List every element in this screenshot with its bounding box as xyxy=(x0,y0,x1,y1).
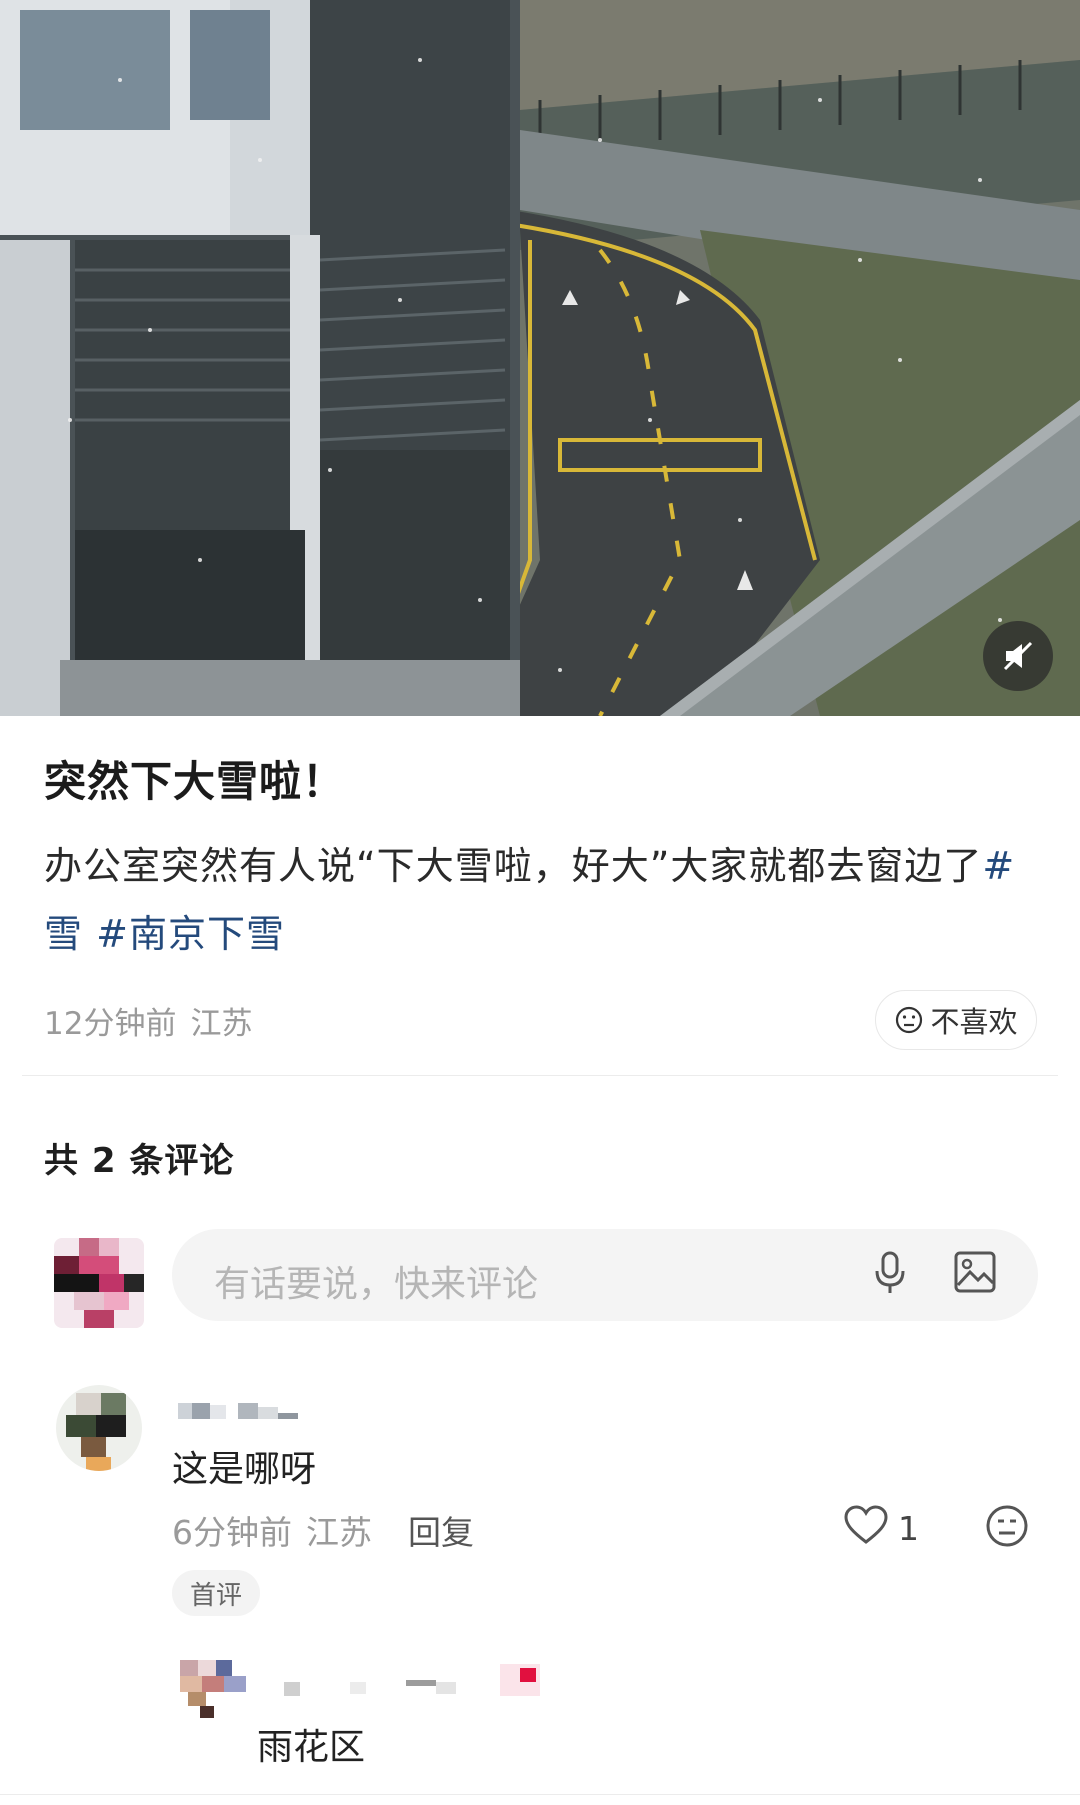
like-count: 1 xyxy=(898,1509,919,1548)
dislike-label: 不喜欢 xyxy=(930,1005,1018,1039)
heart-icon xyxy=(844,1505,888,1544)
first-comment-badge: 首评 xyxy=(172,1570,260,1616)
post-time: 12分钟前 xyxy=(44,1006,177,1042)
like-button[interactable] xyxy=(843,1504,889,1550)
avatar[interactable] xyxy=(56,1385,142,1471)
comment-count: 共 2 条评论 xyxy=(44,1141,235,1181)
comment-username-pixelated[interactable] xyxy=(178,1395,308,1427)
reply-username-pixelated[interactable] xyxy=(280,1664,580,1704)
divider xyxy=(0,1794,1080,1795)
snow-scene-image xyxy=(0,0,1080,716)
divider xyxy=(22,1075,1058,1076)
comment-time: 6分钟前 xyxy=(172,1513,292,1552)
comment-meta: 6分钟前 江苏 xyxy=(172,1506,386,1554)
comment-location: 江苏 xyxy=(306,1513,372,1552)
neutral-face-icon xyxy=(896,1006,923,1034)
mute-button[interactable] xyxy=(983,621,1053,691)
image-icon[interactable] xyxy=(953,1250,997,1298)
microphone-icon[interactable] xyxy=(870,1250,910,1300)
avatar[interactable] xyxy=(180,1660,250,1718)
avatar xyxy=(54,1238,144,1328)
reply-text: 雨花区 xyxy=(257,1727,366,1768)
neutral-face-icon xyxy=(986,1505,1028,1547)
comment-dislike-button[interactable] xyxy=(985,1504,1029,1552)
post-body: 办公室突然有人说“下大雪啦，好大”大家就都去窗边了#雪 #南京下雪 xyxy=(44,832,1034,968)
speaker-mute-icon xyxy=(1003,641,1033,671)
post-title: 突然下大雪啦！ xyxy=(44,757,346,806)
hashtag-nanjing-snow[interactable]: #南京下雪 xyxy=(96,912,285,956)
reply-button[interactable]: 回复 xyxy=(408,1506,474,1554)
comment-text: 这是哪呀 xyxy=(172,1449,317,1490)
post-text: 办公室突然有人说“下大雪啦，好大”大家就都去窗边了 xyxy=(44,844,983,888)
post-location: 江苏 xyxy=(190,1006,253,1042)
post-meta: 12分钟前 江苏 xyxy=(44,998,266,1043)
comment-input-placeholder[interactable]: 有话要说，快来评论 xyxy=(214,1255,538,1307)
dislike-button[interactable]: 不喜欢 xyxy=(875,990,1037,1050)
post-photo[interactable] xyxy=(0,0,1080,716)
